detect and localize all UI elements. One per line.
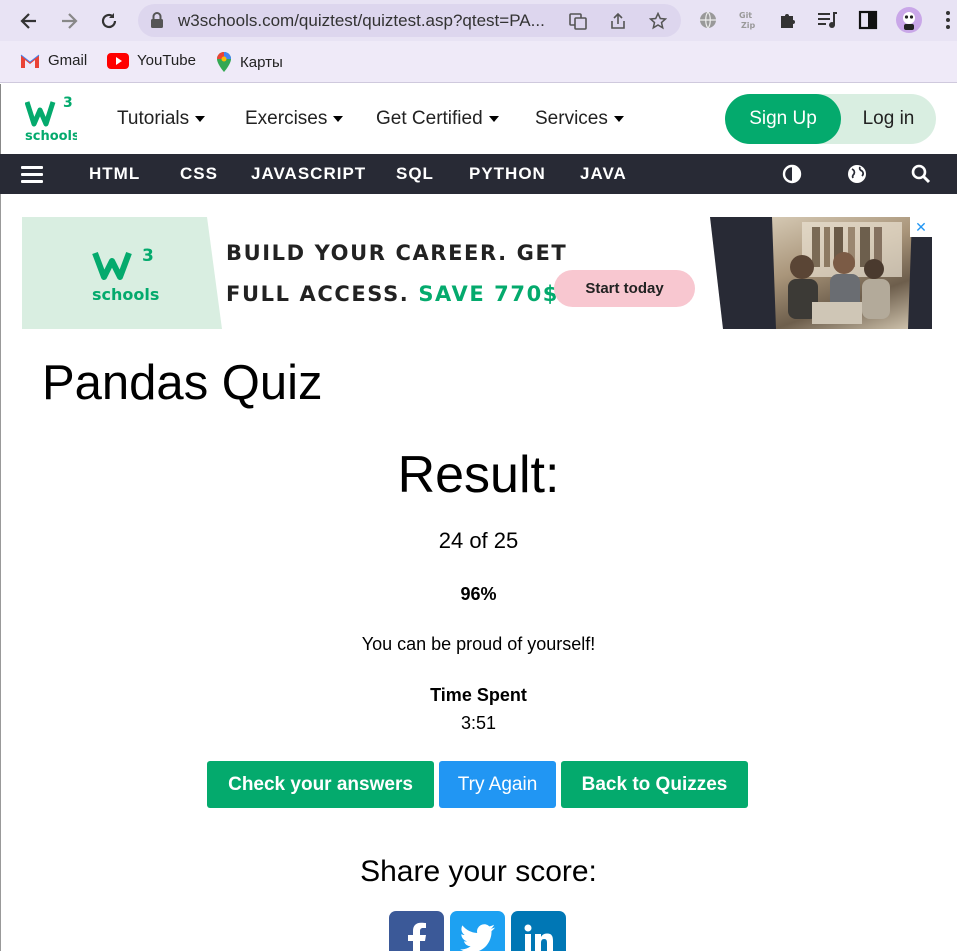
content-border <box>0 194 1 951</box>
result-heading: Result: <box>397 446 560 504</box>
reload-icon[interactable] <box>96 8 122 34</box>
bookmark-label: Gmail <box>48 52 88 69</box>
nav-sql[interactable]: SQL <box>396 164 434 184</box>
translate-icon[interactable] <box>568 11 588 31</box>
lock-icon <box>150 12 164 33</box>
nav-css[interactable]: CSS <box>180 164 218 184</box>
sign-up-button[interactable]: Sign Up <box>725 94 841 144</box>
ad-photo <box>772 217 912 329</box>
svg-text:Git: Git <box>739 11 752 20</box>
bookmark-youtube[interactable]: YouTube <box>107 52 196 69</box>
back-arrow-icon[interactable] <box>16 8 42 34</box>
menu-label: Services <box>535 108 608 129</box>
svg-text:3: 3 <box>142 246 154 266</box>
gmail-icon <box>20 54 40 68</box>
share-heading: Share your score: <box>360 855 597 888</box>
ad-headline-2-text: FULL ACCESS. <box>226 282 410 306</box>
bookmark-gmail[interactable]: Gmail <box>20 52 87 69</box>
try-again-button[interactable]: Try Again <box>439 761 556 808</box>
ad-close-icon[interactable]: ✕ <box>910 217 932 237</box>
time-spent-label: Time Spent <box>430 685 527 705</box>
menu-services[interactable]: Services <box>535 108 624 130</box>
browser-toolbar: w3schools.com/quiztest/quiztest.asp?qtes… <box>0 0 957 41</box>
side-panel-icon[interactable] <box>856 8 880 32</box>
menu-label: Tutorials <box>117 108 190 129</box>
url-text: w3schools.com/quiztest/quiztest.asp?qtes… <box>178 11 545 30</box>
browser-menu-icon[interactable] <box>936 8 957 32</box>
address-bar[interactable]: w3schools.com/quiztest/quiztest.asp?qtes… <box>138 4 681 37</box>
time-spent-value: 3:51 <box>460 713 497 733</box>
result-message: You can be proud of yourself! <box>361 634 596 654</box>
bookmark-label: YouTube <box>137 52 196 69</box>
ad-logo-text: schools <box>92 285 160 304</box>
contrast-toggle-icon[interactable] <box>781 163 803 185</box>
caret-down-icon <box>195 116 206 122</box>
language-globe-icon[interactable] <box>846 163 868 185</box>
log-in-button[interactable]: Log in <box>841 94 936 144</box>
ad-headline-1: BUILD YOUR CAREER. GET <box>226 241 568 265</box>
w3schools-logo[interactable]: 3 schools <box>24 94 80 144</box>
share-icon[interactable] <box>608 11 628 31</box>
ad-banner[interactable]: 3 schools BUILD YOUR CAREER. GET FULL AC… <box>22 217 932 329</box>
bookmark-maps[interactable]: Карты <box>216 52 283 72</box>
score-percent: 96% <box>460 584 497 604</box>
menu-exercises[interactable]: Exercises <box>245 108 344 130</box>
caret-down-icon <box>613 116 624 122</box>
ad-save-text: SAVE 770$ <box>418 282 560 306</box>
gitzip-extension-icon[interactable]: Git Zip <box>736 8 760 32</box>
profile-avatar[interactable] <box>896 7 922 33</box>
nav-python[interactable]: PYTHON <box>469 164 546 184</box>
bookmark-star-icon[interactable] <box>648 11 668 31</box>
twitter-share-icon[interactable] <box>450 911 505 951</box>
menu-label: Exercises <box>245 108 328 129</box>
svg-text:Zip: Zip <box>741 21 756 30</box>
auth-group: Sign Up Log in <box>725 94 936 144</box>
media-queue-icon[interactable] <box>815 8 839 32</box>
menu-tutorials[interactable]: Tutorials <box>117 108 206 130</box>
check-answers-button[interactable]: Check your answers <box>207 761 434 808</box>
score-text: 24 of 25 <box>438 528 519 553</box>
hamburger-menu-icon[interactable] <box>21 163 43 185</box>
caret-down-icon <box>333 116 344 122</box>
linkedin-share-icon[interactable] <box>511 911 566 951</box>
maps-icon <box>217 52 231 72</box>
menu-get-certified[interactable]: Get Certified <box>376 108 499 130</box>
forward-arrow-icon[interactable] <box>56 8 82 34</box>
bookmark-label: Карты <box>240 53 283 71</box>
page-title: Pandas Quiz <box>42 356 323 410</box>
ad-headline-2: FULL ACCESS. SAVE 770$ <box>226 282 559 306</box>
nav-html[interactable]: HTML <box>89 164 140 184</box>
search-icon[interactable] <box>910 163 932 185</box>
svg-text:3: 3 <box>63 95 73 111</box>
svg-text:schools: schools <box>25 129 77 144</box>
site-header: 3 schools Tutorials Exercises Get Certif… <box>0 84 957 154</box>
ad-start-today-button[interactable]: Start today <box>554 270 695 307</box>
nav-java[interactable]: JAVA <box>580 164 627 184</box>
top-navigation: HTML CSS JAVASCRIPT SQL PYTHON JAVA <box>0 154 957 194</box>
caret-down-icon <box>488 116 499 122</box>
back-to-quizzes-button[interactable]: Back to Quizzes <box>561 761 748 808</box>
nav-javascript[interactable]: JAVASCRIPT <box>251 164 366 184</box>
globe-extension-icon[interactable] <box>696 8 720 32</box>
puzzle-extensions-icon[interactable] <box>776 8 800 32</box>
menu-label: Get Certified <box>376 108 483 129</box>
youtube-icon <box>107 52 129 69</box>
facebook-share-icon[interactable] <box>389 911 444 951</box>
